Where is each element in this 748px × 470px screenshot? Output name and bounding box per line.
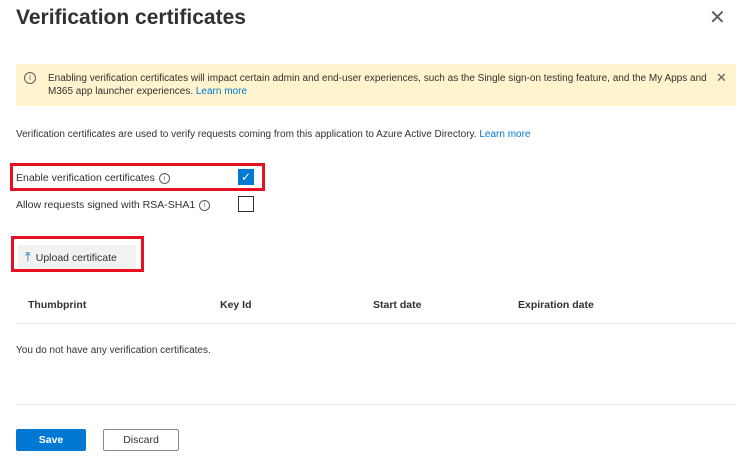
discard-button[interactable]: Discard (103, 429, 179, 451)
rsa-info-icon[interactable]: i (199, 199, 211, 211)
column-header-key-id[interactable]: Key Id (220, 299, 252, 311)
banner-dismiss-icon[interactable]: ✕ (716, 70, 727, 86)
banner-text: Enabling verification certificates will … (48, 73, 707, 97)
description-learn-more-link[interactable]: Learn more (479, 129, 530, 140)
footer-divider (16, 404, 736, 405)
panel-title: Verification certificates (16, 6, 246, 29)
rsa-row: Allow requests signed with RSA-SHA1 i (16, 199, 211, 211)
column-header-thumbprint[interactable]: Thumbprint (28, 299, 86, 311)
column-header-expiration-date[interactable]: Expiration date (518, 299, 594, 311)
rsa-checkbox[interactable] (238, 196, 254, 212)
warning-banner: i Enabling verification certificates wil… (16, 64, 736, 106)
banner-message: Enabling verification certificates will … (48, 72, 708, 98)
banner-learn-more-link[interactable]: Learn more (196, 86, 247, 97)
upload-label: Upload certificate (35, 252, 117, 264)
enable-checkbox[interactable]: ✓ (238, 169, 254, 185)
enable-row: Enable verification certificates i (16, 172, 170, 184)
upload-arrow-icon: ⤒ (25, 249, 31, 264)
close-icon[interactable]: ✕ (709, 8, 726, 28)
table-header-divider (16, 323, 736, 324)
description-text: Verification certificates are used to ve… (16, 129, 477, 140)
upload-certificate-button[interactable]: ⤒ Upload certificate (18, 245, 136, 269)
enable-label: Enable verification certificates (16, 172, 155, 184)
rsa-label: Allow requests signed with RSA-SHA1 (16, 199, 196, 211)
enable-info-icon[interactable]: i (158, 172, 170, 184)
save-button[interactable]: Save (16, 429, 86, 451)
description: Verification certificates are used to ve… (16, 129, 531, 140)
column-header-start-date[interactable]: Start date (373, 299, 421, 311)
info-icon: i (24, 72, 36, 84)
empty-table-message: You do not have any verification certifi… (16, 345, 211, 356)
